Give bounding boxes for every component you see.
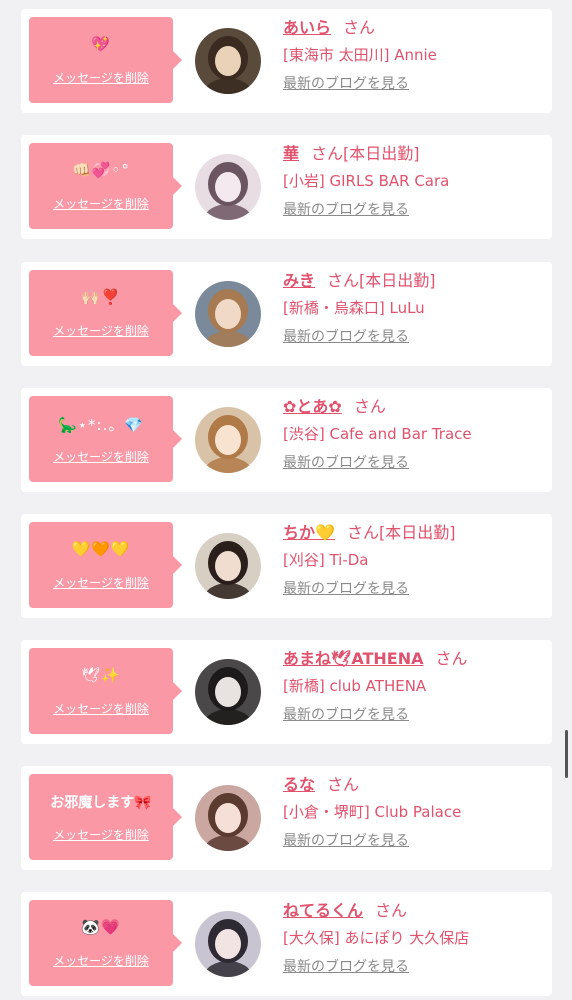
message-bubble: 🙌🏻❣️ メッセージを削除 (29, 270, 182, 356)
profile-name-link[interactable]: ✿とあ✿ (283, 397, 342, 416)
list-item: 🙌🏻❣️ メッセージを削除 みき さん[本日出勤] [新橋・烏森口] LuLu 最… (21, 262, 552, 366)
list-item: 💛🧡💛 メッセージを削除 ちか💛 さん[本日出勤] [刈谷] Ti-Da 最新のブ… (21, 514, 552, 618)
honorific: さん (327, 271, 360, 290)
delete-message-link[interactable]: メッセージを削除 (29, 69, 173, 86)
delete-message-link[interactable]: メッセージを削除 (29, 700, 173, 717)
avatar[interactable] (195, 28, 261, 94)
profile-name-link[interactable]: みき (283, 271, 315, 290)
message-text: 🐼💗 (81, 918, 121, 936)
message-text: 💛🧡💛 (71, 540, 131, 558)
message-bubble: 🦕⋆*:.。💎 メッセージを削除 (29, 396, 182, 482)
message-bubble: 👊🏻💞◦° メッセージを削除 (29, 143, 182, 229)
latest-blog-link[interactable]: 最新のブログを見る (283, 832, 543, 850)
avatar[interactable] (195, 533, 261, 599)
profile-info: ねてるくん さん [大久保] あにぽり 大久保店 最新のブログを見る (283, 900, 543, 976)
shop-name: [新橋・烏森口] LuLu (283, 299, 425, 317)
list-item: 👊🏻💞◦° メッセージを削除 華さん[本日出勤] [小岩] GIRLS BAR … (21, 135, 552, 239)
shop-name: [小倉・堺町] Club Palace (283, 803, 462, 821)
honorific: さん (343, 18, 376, 37)
profile-info: あいら さん [東海市 太田川] Annie 最新のブログを見る (283, 17, 543, 93)
latest-blog-link[interactable]: 最新のブログを見る (283, 706, 543, 724)
list-item: 🕊✨ メッセージを削除 あまね🕊ATHENA さん [新橋] club ATHEN… (21, 640, 552, 744)
status-badge: [本日出勤] (343, 144, 420, 163)
list-item: 🐼💗 メッセージを削除 ねてるくん さん [大久保] あにぽり 大久保店 最新のブ… (21, 892, 552, 996)
message-text: 💖 (91, 35, 111, 53)
honorific: さん (375, 901, 408, 920)
shop-name: [新橋] club ATHENA (283, 677, 427, 695)
profile-info: みき さん[本日出勤] [新橋・烏森口] LuLu 最新のブログを見る (283, 270, 543, 346)
message-text: 🦕⋆*:.。💎 (57, 416, 145, 434)
latest-blog-link[interactable]: 最新のブログを見る (283, 580, 543, 598)
profile-name-link[interactable]: あまね🕊ATHENA (283, 649, 423, 668)
shop-name: [大久保] あにぽり 大久保店 (283, 929, 470, 947)
shop-name: [東海市 太田川] Annie (283, 46, 437, 64)
honorific: さん (311, 144, 344, 163)
delete-message-link[interactable]: メッセージを削除 (29, 574, 173, 591)
profile-info: るな さん [小倉・堺町] Club Palace 最新のブログを見る (283, 774, 543, 850)
shop-name: [渋谷] Cafe and Bar Trace (283, 425, 472, 443)
message-bubble: 🕊✨ メッセージを削除 (29, 648, 182, 734)
status-badge: [本日出勤] (378, 523, 456, 542)
latest-blog-link[interactable]: 最新のブログを見る (283, 328, 543, 346)
shop-name: [刈谷] Ti-Da (283, 551, 369, 569)
profile-name-link[interactable]: ねてるくん (283, 901, 363, 920)
profile-info: あまね🕊ATHENA さん [新橋] club ATHENA 最新のブログを見る (283, 648, 543, 724)
message-text: お邪魔します🎀 (50, 795, 152, 811)
list-item: お邪魔します🎀 メッセージを削除 るな さん [小倉・堺町] Club Palac… (21, 766, 552, 870)
avatar[interactable] (195, 281, 261, 347)
latest-blog-link[interactable]: 最新のブログを見る (283, 454, 543, 472)
message-text: 🕊✨ (81, 666, 121, 684)
avatar[interactable] (195, 785, 261, 851)
message-text: 👊🏻💞◦° (72, 161, 130, 179)
delete-message-link[interactable]: メッセージを削除 (29, 322, 173, 339)
message-bubble: お邪魔します🎀 メッセージを削除 (29, 774, 182, 860)
honorific: さん (327, 775, 360, 794)
avatar[interactable] (195, 154, 261, 220)
honorific: さん (353, 397, 386, 416)
profile-name-link[interactable]: 華 (283, 144, 299, 163)
avatar[interactable] (195, 659, 261, 725)
profile-name-link[interactable]: るな (283, 775, 315, 794)
scrollbar[interactable] (565, 730, 568, 778)
delete-message-link[interactable]: メッセージを削除 (29, 448, 173, 465)
avatar[interactable] (195, 407, 261, 473)
list-item: 🦕⋆*:.。💎 メッセージを削除 ✿とあ✿ さん [渋谷] Cafe and Ba… (21, 388, 552, 492)
honorific: さん (435, 649, 468, 668)
message-text: 🙌🏻❣️ (81, 288, 121, 306)
profile-name-link[interactable]: ちか💛 (283, 523, 335, 542)
status-badge: [本日出勤] (359, 271, 436, 290)
profile-name-link[interactable]: あいら (283, 18, 331, 37)
avatar[interactable] (195, 911, 261, 977)
profile-info: ✿とあ✿ さん [渋谷] Cafe and Bar Trace 最新のブログを見る (283, 396, 543, 472)
message-bubble: 💖 メッセージを削除 (29, 17, 182, 103)
honorific: さん (346, 523, 379, 542)
profile-info: ちか💛 さん[本日出勤] [刈谷] Ti-Da 最新のブログを見る (283, 522, 543, 598)
list-item: 💖 メッセージを削除 あいら さん [東海市 太田川] Annie 最新のブログを… (21, 9, 552, 113)
delete-message-link[interactable]: メッセージを削除 (29, 826, 173, 843)
message-bubble: 💛🧡💛 メッセージを削除 (29, 522, 182, 608)
delete-message-link[interactable]: メッセージを削除 (29, 952, 173, 969)
latest-blog-link[interactable]: 最新のブログを見る (283, 201, 543, 219)
profile-info: 華さん[本日出勤] [小岩] GIRLS BAR Cara 最新のブログを見る (283, 143, 543, 219)
delete-message-link[interactable]: メッセージを削除 (29, 195, 173, 212)
message-bubble: 🐼💗 メッセージを削除 (29, 900, 182, 986)
shop-name: [小岩] GIRLS BAR Cara (283, 172, 450, 190)
latest-blog-link[interactable]: 最新のブログを見る (283, 958, 543, 976)
latest-blog-link[interactable]: 最新のブログを見る (283, 75, 543, 93)
